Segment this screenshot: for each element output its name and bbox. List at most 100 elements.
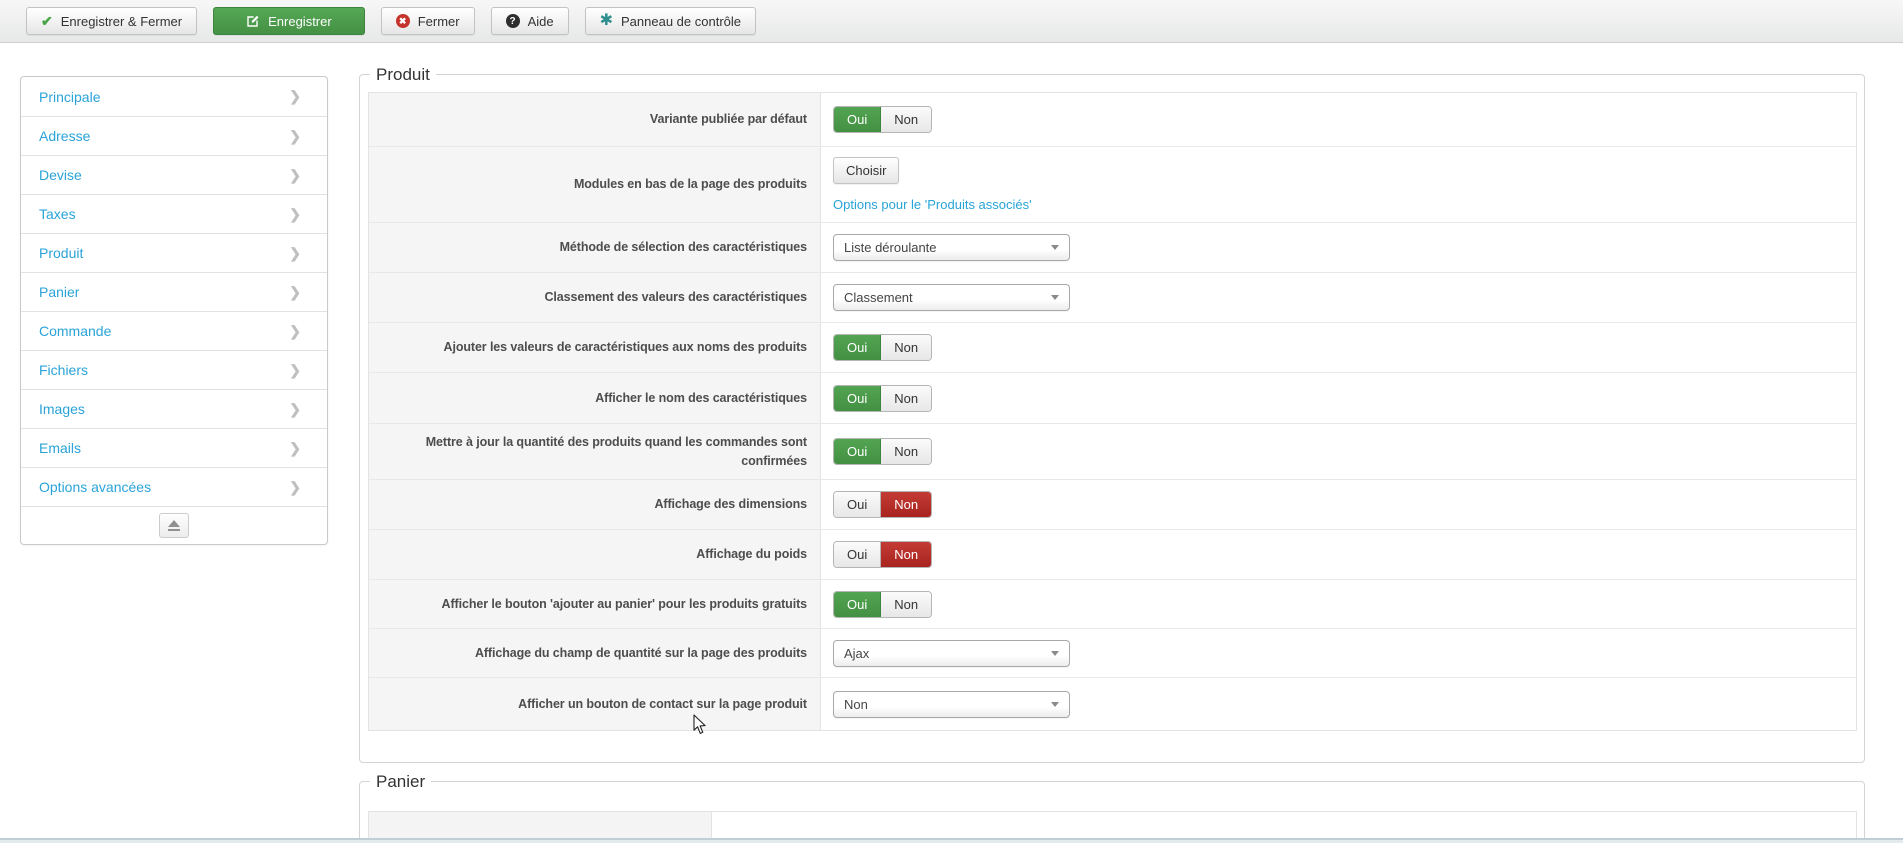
control-panel-label: Panneau de contrôle (621, 13, 741, 29)
toggle-oui-non[interactable]: Oui Non (833, 590, 933, 618)
setting-label-cell: Classement des valeurs des caractéristiq… (369, 273, 821, 322)
toggle-yes[interactable]: Oui (834, 385, 882, 411)
settings-row: Ajouter les valeurs de caractéristiques … (369, 323, 1856, 373)
toggle-yes[interactable]: Oui (834, 335, 882, 360)
chevron-right-icon: ❯ (289, 127, 301, 144)
toggle-oui-non[interactable]: Oui Non (833, 541, 933, 568)
setting-value-cell: Oui Non (821, 480, 1856, 529)
setting-label: Affichage des dimensions (654, 497, 808, 512)
sidebar-item-panier[interactable]: Panier ❯ (21, 272, 327, 311)
sidebar-item-taxes[interactable]: Taxes ❯ (21, 194, 327, 233)
setting-label-cell: Mettre à jour la quantité des produits q… (369, 424, 821, 479)
related-products-options-link[interactable]: Options pour le 'Produits associés' (833, 197, 1032, 212)
selected-option-label: Non (844, 696, 868, 712)
toggle-yes[interactable]: Oui (834, 492, 882, 517)
setting-label-cell: Affichage du poids (369, 530, 821, 579)
toggle-no[interactable]: Non (881, 335, 932, 360)
toggle-oui-non[interactable]: Oui Non (833, 491, 933, 518)
toggle-no[interactable]: Non (881, 385, 932, 411)
setting-value-cell: Non (821, 678, 1856, 730)
chevron-down-icon (1051, 650, 1059, 656)
toggle-no[interactable]: Non (881, 591, 932, 617)
setting-label-cell: Méthode de sélection des caractéristique… (369, 223, 821, 272)
dropdown-select[interactable]: Classement (833, 284, 1070, 311)
toggle-yes[interactable]: Oui (834, 542, 882, 567)
app-window: ✔ Enregistrer & Fermer Enregistrer ✖ Fer… (0, 0, 1903, 843)
panel-panier-legend: Panier (370, 771, 432, 792)
chevron-right-icon: ❯ (289, 166, 301, 183)
sidebar-item-produit[interactable]: Produit ❯ (21, 233, 327, 272)
collapse-menu-button[interactable] (159, 513, 189, 538)
sidebar-footer (21, 506, 327, 544)
control-panel-button[interactable]: ✱ Panneau de contrôle (584, 7, 756, 35)
setting-value-cell: Oui Non (821, 530, 1856, 579)
sidebar-item-label: Commande (39, 323, 112, 339)
toggle-no[interactable]: Non (881, 107, 932, 132)
sidebar-item-label: Taxes (39, 206, 76, 222)
toggle-yes[interactable]: Oui (834, 439, 882, 464)
setting-label: Méthode de sélection des caractéristique… (559, 240, 807, 255)
choose-button[interactable]: Choisir (833, 157, 900, 184)
panel-produit: Produit Variante publiée par défaut Oui No… (359, 64, 1865, 763)
dropdown-select[interactable]: Ajax (833, 639, 1070, 667)
close-icon: ✖ (395, 14, 410, 28)
toggle-no[interactable]: Non (881, 542, 932, 567)
setting-value-cell: Oui Non (821, 323, 1856, 372)
settings-row: Afficher le nom des caractéristiques Oui N… (369, 373, 1856, 424)
settings-row: Affichage du poids Oui Non (369, 530, 1856, 580)
sidebar-item-adresse[interactable]: Adresse ❯ (21, 116, 327, 155)
sidebar-items: Principale ❯ Adresse ❯ Devise ❯ Taxes ❯ Produit ❯… (21, 77, 327, 506)
chevron-right-icon: ❯ (289, 88, 301, 104)
dropdown-select[interactable]: Liste déroulante (833, 234, 1070, 261)
chevron-right-icon: ❯ (289, 361, 301, 378)
toggle-oui-non[interactable]: Oui Non (833, 106, 933, 133)
chevron-right-icon: ❯ (289, 478, 301, 495)
sidebar-item-commande[interactable]: Commande ❯ (21, 311, 327, 350)
setting-label-cell: Modules en bas de la page des produits (369, 147, 821, 222)
settings-row: Affichage des dimensions Oui Non (369, 480, 1856, 530)
settings-row: Mettre à jour la quantité des produits q… (369, 424, 1856, 480)
sidebar-item-label: Emails (39, 440, 82, 456)
save-close-button[interactable]: ✔ Enregistrer & Fermer (26, 7, 198, 35)
setting-value-cell: Ajax (821, 629, 1856, 677)
arrow-up-icon (168, 520, 180, 527)
sidebar-item-label: Adresse (39, 128, 91, 144)
setting-label-cell: Afficher le nom des caractéristiques (369, 373, 821, 423)
toggle-oui-non[interactable]: Oui Non (833, 334, 933, 361)
setting-label-cell: Ajouter les valeurs de caractéristiques … (369, 323, 821, 372)
sidebar-item-options-avancees[interactable]: Options avancées ❯ (21, 467, 327, 506)
save-label: Enregistrer (268, 13, 332, 29)
setting-value-cell: Choisir Options pour le 'Produits associé… (821, 147, 1856, 222)
setting-label: Variante publiée par défaut (649, 112, 807, 127)
chevron-down-icon (1051, 701, 1059, 707)
sidebar-item-emails[interactable]: Emails ❯ (21, 428, 327, 467)
toggle-oui-non[interactable]: Oui Non (833, 384, 933, 412)
setting-label-cell: Afficher un bouton de contact sur la pag… (369, 678, 821, 730)
toggle-oui-non[interactable]: Oui Non (833, 438, 933, 465)
sidebar-item-images[interactable]: Images ❯ (21, 389, 327, 428)
setting-label-cell: Affichage des dimensions (369, 480, 821, 529)
panel-panier: Panier Période de mémorisation des panie… (359, 771, 1865, 843)
settings-table-produit: Variante publiée par défaut Oui Non Modules… (368, 92, 1857, 731)
sidebar-item-label: Images (39, 401, 85, 417)
toggle-yes[interactable]: Oui (834, 107, 882, 132)
settings-row: Affichage du champ de quantité sur la pa… (369, 629, 1856, 678)
chevron-down-icon (1051, 295, 1059, 300)
sidebar-item-devise[interactable]: Devise ❯ (21, 155, 327, 194)
close-label: Fermer (417, 13, 460, 29)
setting-label-cell: Afficher le bouton 'ajouter au panier' p… (369, 580, 821, 628)
toggle-no[interactable]: Non (881, 492, 932, 517)
toggle-no[interactable]: Non (881, 439, 932, 464)
setting-label: Classement des valeurs des caractéristiq… (544, 290, 807, 305)
save-button[interactable]: Enregistrer (213, 7, 365, 35)
help-button[interactable]: ? Aide (490, 7, 569, 35)
setting-label-cell: Variante publiée par défaut (369, 93, 821, 146)
sidebar-item-fichiers[interactable]: Fichiers ❯ (21, 350, 327, 389)
setting-label: Ajouter les valeurs de caractéristiques … (443, 340, 808, 355)
dropdown-select[interactable]: Non (833, 690, 1070, 718)
close-button[interactable]: ✖ Fermer (380, 7, 475, 35)
toggle-yes[interactable]: Oui (834, 591, 882, 617)
sidebar-item-principale[interactable]: Principale ❯ (21, 77, 327, 116)
chevron-right-icon: ❯ (289, 439, 301, 456)
help-icon: ? (505, 14, 520, 28)
